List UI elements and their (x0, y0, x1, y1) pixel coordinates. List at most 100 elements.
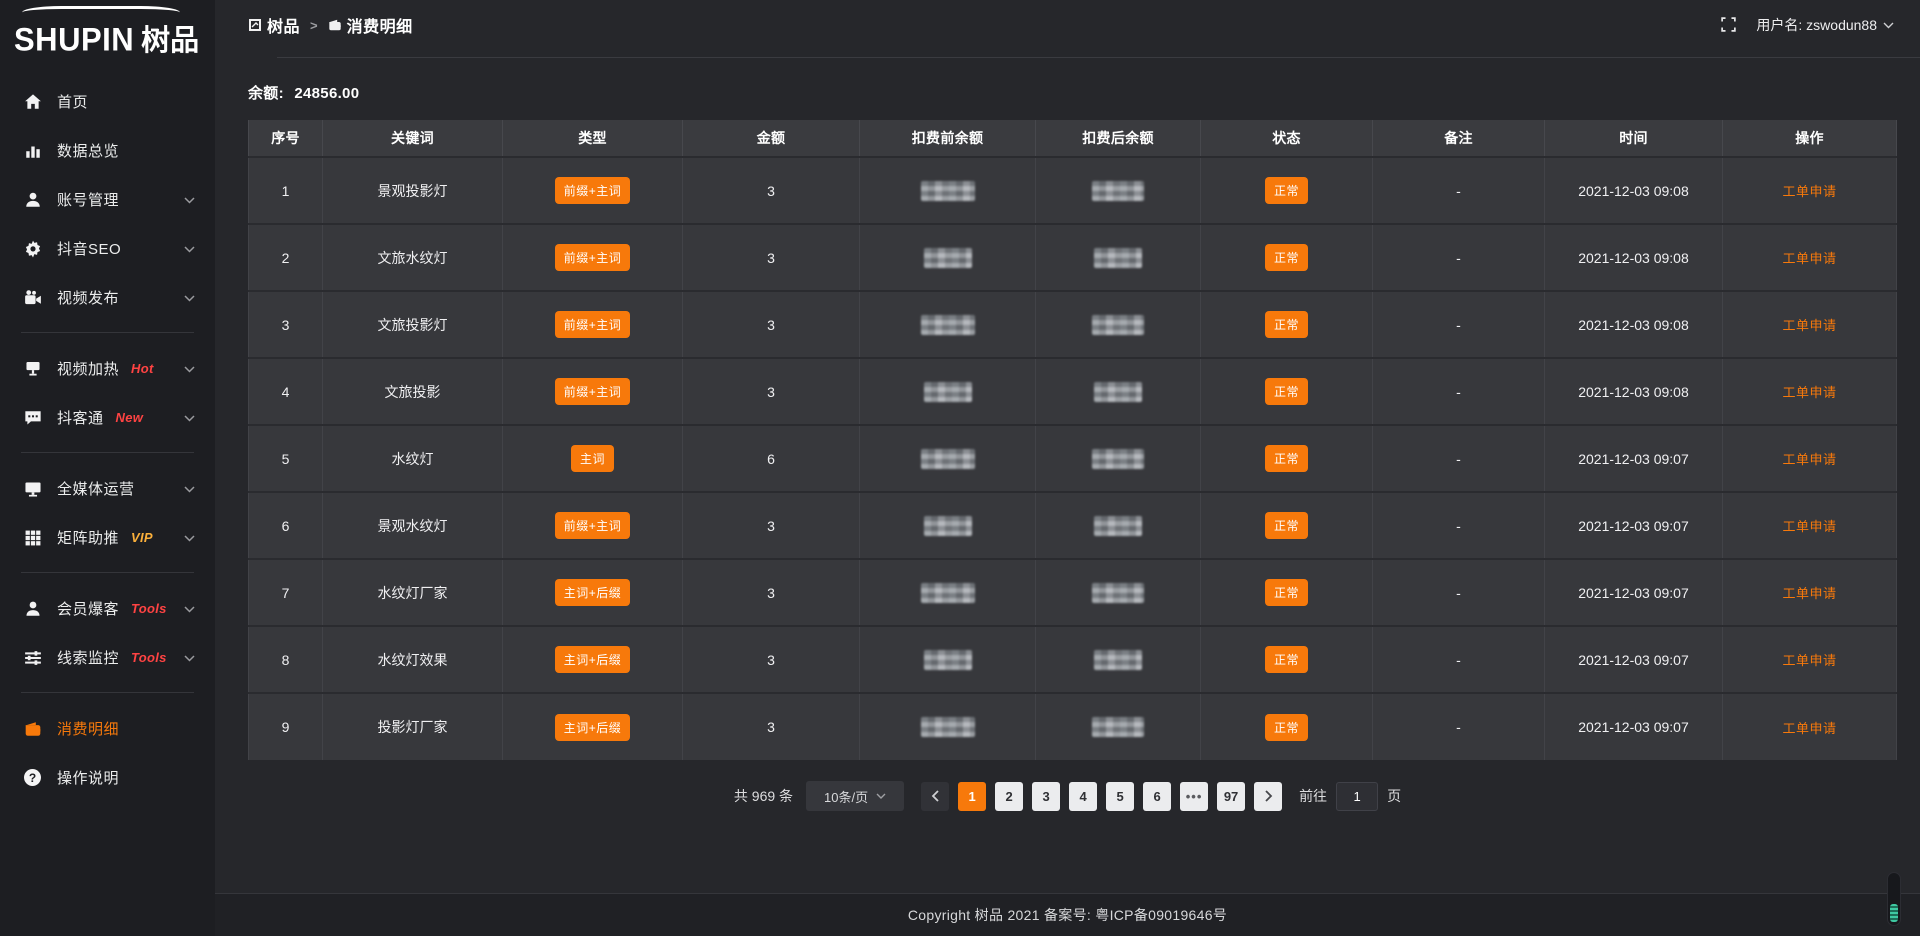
sidebar-item-member[interactable]: 会员爆客 Tools (0, 584, 215, 633)
table-row: 8 水纹灯效果 主词+后缀 3 正常 - 2021-12-03 09:07 工单… (249, 626, 1897, 693)
table-row: 2 文旅水纹灯 前缀+主词 3 正常 - 2021-12-03 09:08 工单… (249, 224, 1897, 291)
page-size-select[interactable]: 10条/页 (806, 781, 904, 811)
status-badge: 正常 (1265, 445, 1308, 472)
breadcrumb-separator: > (309, 18, 319, 33)
chevron-down-icon (184, 360, 195, 378)
sidebar-item-label: 抖音SEO (57, 238, 121, 259)
sidebar-item-video-publish[interactable]: 视频发布 (0, 273, 215, 322)
sidebar-item-seo-gear[interactable]: 抖音SEO (0, 224, 215, 273)
cell-amount: 3 (683, 693, 860, 760)
cell-type: 主词+后缀 (503, 626, 683, 693)
ticket-request-link[interactable]: 工单申请 (1782, 721, 1836, 736)
sidebar-item-chat[interactable]: 抖客通 New (0, 393, 215, 442)
cell-type: 前缀+主词 (503, 157, 683, 224)
type-tag: 前缀+主词 (555, 244, 631, 271)
footer: Copyright 树品 2021 备案号: 粤ICP备09019646号 (215, 893, 1920, 936)
user-menu[interactable]: 用户名: zswodun88 (1756, 15, 1894, 35)
chevron-down-icon (184, 191, 195, 209)
username-label: 用户名: zswodun88 (1756, 15, 1877, 35)
chevron-down-icon (184, 600, 195, 618)
prev-page-button[interactable] (921, 782, 949, 811)
ticket-request-link[interactable]: 工单申请 (1782, 452, 1836, 467)
sidebar-item-video-heat[interactable]: 视频加热 Hot (0, 344, 215, 393)
main-area: 树品 > 消费明细 用户名: zswodun88 余额: (215, 0, 1920, 936)
clue-sliders-icon (23, 648, 42, 667)
page-button-97[interactable]: 97 (1217, 782, 1245, 811)
ticket-request-link[interactable]: 工单申请 (1782, 184, 1836, 199)
breadcrumb-home-link[interactable]: 树品 (248, 13, 300, 37)
ticket-request-link[interactable]: 工单申请 (1782, 519, 1836, 534)
chevron-down-icon (184, 240, 195, 258)
next-page-button[interactable] (1254, 782, 1282, 811)
home-icon (23, 92, 42, 111)
page-button-5[interactable]: 5 (1106, 782, 1134, 811)
chevron-down-icon (184, 649, 195, 667)
page-button-3[interactable]: 3 (1032, 782, 1060, 811)
cell-status: 正常 (1201, 626, 1373, 693)
status-badge: 正常 (1265, 177, 1308, 204)
pagination: 共 969 条 10条/页 123456•••97 前往 页 (215, 781, 1920, 811)
cell-amount: 3 (683, 291, 860, 358)
type-tag: 前缀+主词 (555, 177, 631, 204)
cell-remark: - (1373, 559, 1545, 626)
chevron-down-icon (876, 793, 886, 799)
sidebar-item-account[interactable]: 账号管理 (0, 175, 215, 224)
ticket-request-link[interactable]: 工单申请 (1782, 251, 1836, 266)
cell-remark: - (1373, 224, 1545, 291)
type-tag: 主词+后缀 (555, 714, 631, 741)
cell-keyword: 水纹灯 (323, 425, 503, 492)
type-tag: 主词 (571, 445, 614, 472)
cell-type: 主词+后缀 (503, 693, 683, 760)
sidebar-item-data-overview[interactable]: 数据总览 (0, 126, 215, 175)
cell-status: 正常 (1201, 291, 1373, 358)
sidebar-item-media-monitor[interactable]: 全媒体运营 (0, 464, 215, 513)
cell-remark: - (1373, 358, 1545, 425)
masked-value (1092, 315, 1144, 335)
cell-keyword: 文旅水纹灯 (323, 224, 503, 291)
brand-name-en: SHUPIN (14, 21, 134, 58)
column-header: 时间 (1545, 120, 1723, 157)
breadcrumb-current-link[interactable]: 消费明细 (328, 13, 413, 37)
cell-keyword: 水纹灯厂家 (323, 559, 503, 626)
cell-amount: 3 (683, 492, 860, 559)
ticket-request-link[interactable]: 工单申请 (1782, 586, 1836, 601)
ticket-request-link[interactable]: 工单申请 (1782, 385, 1836, 400)
sidebar-item-matrix-grid[interactable]: 矩阵助推 VIP (0, 513, 215, 562)
sidebar-item-question[interactable]: ? 操作说明 (0, 753, 215, 802)
balance-value: 24856.00 (294, 85, 359, 102)
sidebar-item-wallet[interactable]: 消费明细 (0, 704, 215, 753)
sidebar-item-badge: New (116, 410, 144, 425)
sidebar-item-label: 操作说明 (57, 767, 119, 788)
page-button-4[interactable]: 4 (1069, 782, 1097, 811)
cell-action: 工单申请 (1723, 559, 1897, 626)
sidebar-item-home[interactable]: 首页 (0, 77, 215, 126)
wallet-icon (328, 18, 342, 32)
cell-amount: 6 (683, 425, 860, 492)
sidebar-item-label: 视频加热 (57, 358, 119, 379)
page-button-1[interactable]: 1 (958, 782, 986, 811)
cell-balance-after (1036, 626, 1201, 693)
pagination-total: 共 969 条 (734, 786, 793, 806)
cell-remark: - (1373, 157, 1545, 224)
more-pages-button[interactable]: ••• (1180, 782, 1208, 811)
column-header: 序号 (249, 120, 323, 157)
ticket-request-link[interactable]: 工单申请 (1782, 653, 1836, 668)
cell-keyword: 投影灯厂家 (323, 693, 503, 760)
masked-value (1094, 248, 1142, 268)
header-divider (277, 57, 1920, 58)
sidebar-item-clue-sliders[interactable]: 线索监控 Tools (0, 633, 215, 682)
floating-side-widget[interactable] (1887, 872, 1901, 926)
page-size-value: 10条/页 (824, 787, 868, 806)
page-button-6[interactable]: 6 (1143, 782, 1171, 811)
column-header: 备注 (1373, 120, 1545, 157)
masked-value (1092, 583, 1144, 603)
jump-page-input[interactable] (1336, 782, 1378, 811)
video-heat-icon (23, 359, 42, 378)
dashboard-icon (248, 18, 262, 32)
cell-time: 2021-12-03 09:08 (1545, 157, 1723, 224)
page-button-2[interactable]: 2 (995, 782, 1023, 811)
table-row: 7 水纹灯厂家 主词+后缀 3 正常 - 2021-12-03 09:07 工单… (249, 559, 1897, 626)
ticket-request-link[interactable]: 工单申请 (1782, 318, 1836, 333)
fullscreen-icon[interactable] (1720, 16, 1738, 34)
cell-index: 2 (249, 224, 323, 291)
